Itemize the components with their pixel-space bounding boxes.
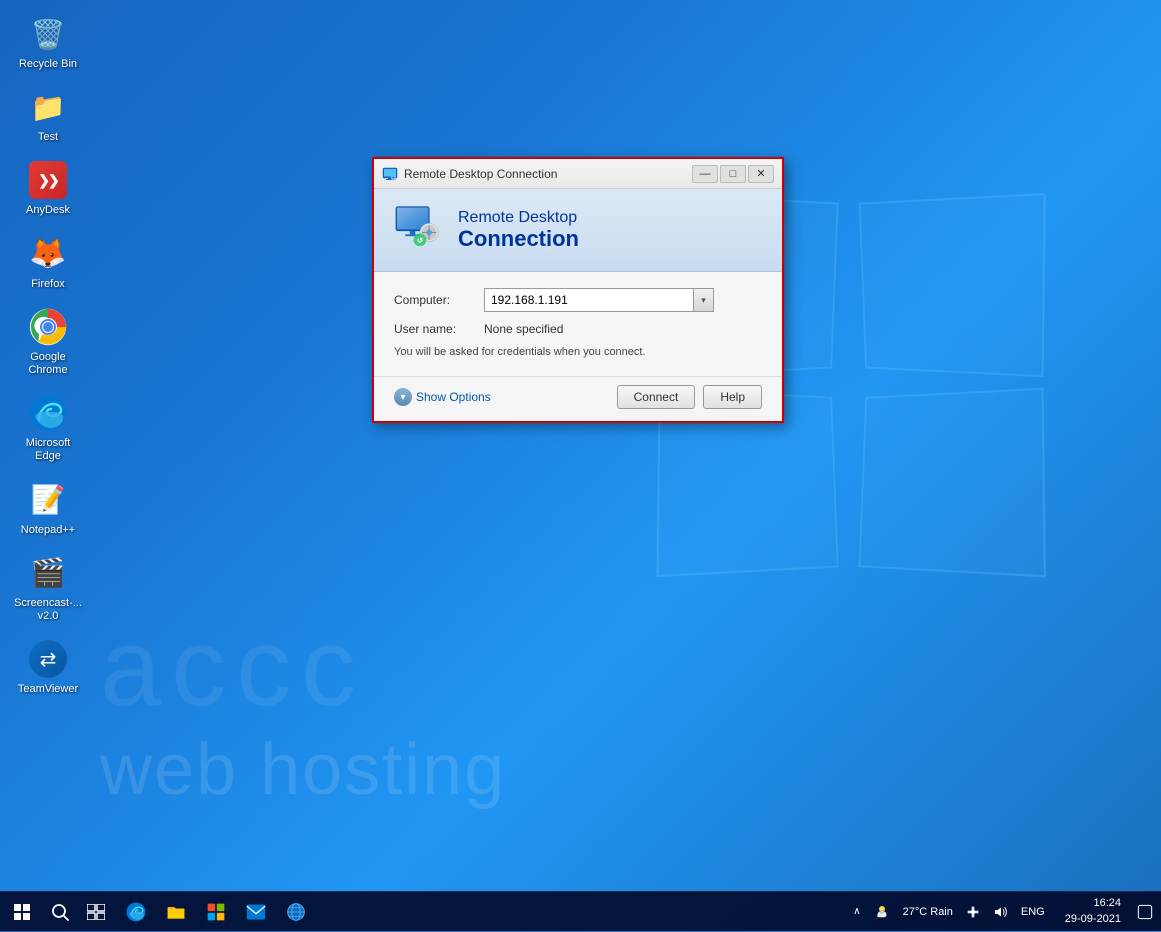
task-view-button[interactable] [76,892,116,932]
rdc-header-line1: Remote Desktop [458,209,579,227]
tray-arrow[interactable]: ∧ [849,892,864,932]
connect-button[interactable]: Connect [617,385,696,409]
desktop-icon-test[interactable]: 📁 Test [10,83,86,148]
win-quad-tr [859,193,1046,377]
screencast-label: Screencast-... v2.0 [14,597,82,623]
minimize-button[interactable]: — [692,165,718,183]
show-options-area[interactable]: ▾ Show Options [394,388,491,406]
teamviewer-icon: ⇄ [28,639,68,679]
edge-icon [28,393,68,433]
desktop-icon-area: 🗑️ Recycle Bin 📁 Test ❯❯ AnyDesk 🦊 Firef… [10,10,86,700]
watermark-bottom: web hosting [100,729,1161,811]
clock-time: 16:24 [1093,896,1121,911]
username-label: User name: [394,322,484,336]
tray-weather-text: 27°C Rain [899,892,957,932]
desktop-icon-teamviewer[interactable]: ⇄ TeamViewer [10,635,86,700]
desktop-icon-anydesk[interactable]: ❯❯ AnyDesk [10,156,86,221]
notification-button[interactable] [1129,892,1161,932]
computer-input[interactable] [485,291,693,309]
system-tray: ∧ 🌧 27°C Rain ENG [849,892,1056,932]
maximize-button[interactable]: □ [720,165,746,183]
close-button[interactable]: ✕ [748,165,774,183]
rdc-title: Remote Desktop Connection [404,167,557,181]
clock-date: 29-09-2021 [1065,912,1121,927]
computer-input-wrapper[interactable]: ▾ [484,288,714,312]
test-folder-icon: 📁 [28,87,68,127]
show-options-label: Show Options [416,390,491,404]
svg-text:↺: ↺ [417,236,423,245]
tray-network-icon[interactable] [961,892,985,932]
teamviewer-icon-inner: ⇄ [29,640,67,678]
chrome-icon [28,307,68,347]
rdc-dialog: Remote Desktop Connection — □ ✕ [372,157,784,423]
rdc-header-text: Remote Desktop Connection [458,209,579,251]
rdc-titlebar: Remote Desktop Connection — □ ✕ [374,159,782,189]
rdc-footer: ▾ Show Options Connect Help [374,376,782,421]
tray-volume-icon[interactable] [989,892,1013,932]
win-quad-br [859,388,1046,578]
firefox-label: Firefox [31,278,65,291]
taskbar-explorer-button[interactable] [156,892,196,932]
computer-dropdown-button[interactable]: ▾ [693,289,713,311]
teamviewer-label: TeamViewer [18,683,78,696]
rdc-header-icon: ↺ [394,205,444,255]
anydesk-label: AnyDesk [26,204,70,217]
taskbar-mail-button[interactable] [236,892,276,932]
taskbar-store-button[interactable] [196,892,236,932]
titlebar-left: Remote Desktop Connection [382,166,557,182]
taskbar-apps [116,892,849,932]
notepadpp-label: Notepad++ [21,524,75,537]
rdc-header-line2: Connection [458,227,579,251]
firefox-icon: 🦊 [28,234,68,274]
taskbar-globe-button[interactable] [276,892,316,932]
test-label: Test [38,131,58,144]
anydesk-icon: ❯❯ [28,160,68,200]
desktop-icon-notepadpp[interactable]: 📝 Notepad++ [10,476,86,541]
username-field-row: User name: None specified [394,322,762,336]
search-button[interactable] [44,892,76,932]
desktop-icon-edge[interactable]: Microsoft Edge [10,389,86,467]
chrome-label: Google Chrome [14,351,82,377]
recycle-bin-label: Recycle Bin [19,58,77,71]
taskbar-edge-button[interactable] [116,892,156,932]
svg-text:🌧: 🌧 [879,909,884,914]
start-button[interactable] [0,892,44,932]
tray-weather-icon[interactable]: 🌧 [869,892,895,932]
desktop-icon-screencast[interactable]: 🎬 Screencast-... v2.0 [10,549,86,627]
edge-label: Microsoft Edge [14,437,82,463]
username-value: None specified [484,322,563,336]
credentials-info: You will be asked for credentials when y… [394,346,762,358]
help-button[interactable]: Help [703,385,762,409]
anydesk-icon-inner: ❯❯ [29,161,67,199]
action-buttons: Connect Help [617,385,762,409]
tray-lang[interactable]: ENG [1017,892,1049,932]
screencast-icon: 🎬 [28,553,68,593]
desktop-icon-recycle-bin[interactable]: 🗑️ Recycle Bin [10,10,86,75]
titlebar-buttons: — □ ✕ [692,165,774,183]
rdc-header: ↺ Remote Desktop Connection [374,189,782,272]
computer-label: Computer: [394,293,484,307]
desktop-icon-chrome[interactable]: Google Chrome [10,303,86,381]
desktop-icon-firefox[interactable]: 🦊 Firefox [10,230,86,295]
rdc-titlebar-icon [382,166,398,182]
rdc-body: Computer: ▾ User name: None specified Yo… [374,272,782,376]
computer-field-row: Computer: ▾ [394,288,762,312]
taskbar-clock[interactable]: 16:24 29-09-2021 [1057,892,1129,932]
taskbar: ∧ 🌧 27°C Rain ENG 16:24 [0,891,1161,931]
notepadpp-icon: 📝 [28,480,68,520]
recycle-bin-icon: 🗑️ [28,14,68,54]
show-options-icon: ▾ [394,388,412,406]
watermark-top: accc [100,604,366,731]
